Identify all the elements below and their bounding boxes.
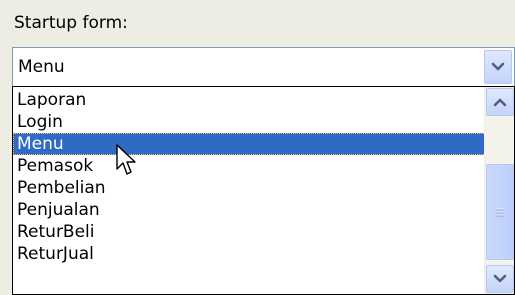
chevron-down-icon	[491, 62, 505, 71]
startup-form-dropdown-list[interactable]: Laporan Login Menu Pemasok Pembelian Pen…	[12, 86, 515, 295]
list-item[interactable]: Pembelian	[13, 177, 486, 199]
scroll-down-button[interactable]	[486, 265, 514, 293]
chevron-up-icon	[493, 98, 507, 107]
list-item[interactable]: Pemasok	[13, 155, 486, 177]
startup-form-combobox[interactable]: Menu	[12, 47, 515, 87]
startup-form-label: Startup form:	[14, 13, 128, 33]
scroll-up-button[interactable]	[486, 88, 514, 116]
chevron-down-icon	[493, 274, 507, 283]
dropdown-items: Laporan Login Menu Pemasok Pembelian Pen…	[13, 89, 486, 265]
grip-icon	[496, 208, 504, 216]
combo-dropdown-button[interactable]	[484, 50, 512, 84]
list-item[interactable]: Login	[13, 111, 486, 133]
list-item[interactable]: Laporan	[13, 89, 486, 111]
list-item-selected[interactable]: Menu	[13, 133, 486, 155]
list-item[interactable]: Penjualan	[13, 199, 486, 221]
startup-form-value: Menu	[18, 57, 65, 77]
list-item[interactable]: ReturJual	[13, 243, 486, 265]
scroll-thumb[interactable]	[486, 164, 514, 260]
vertical-scrollbar[interactable]	[484, 87, 514, 294]
mouse-cursor-icon	[116, 144, 136, 175]
list-item[interactable]: ReturBeli	[13, 221, 486, 243]
